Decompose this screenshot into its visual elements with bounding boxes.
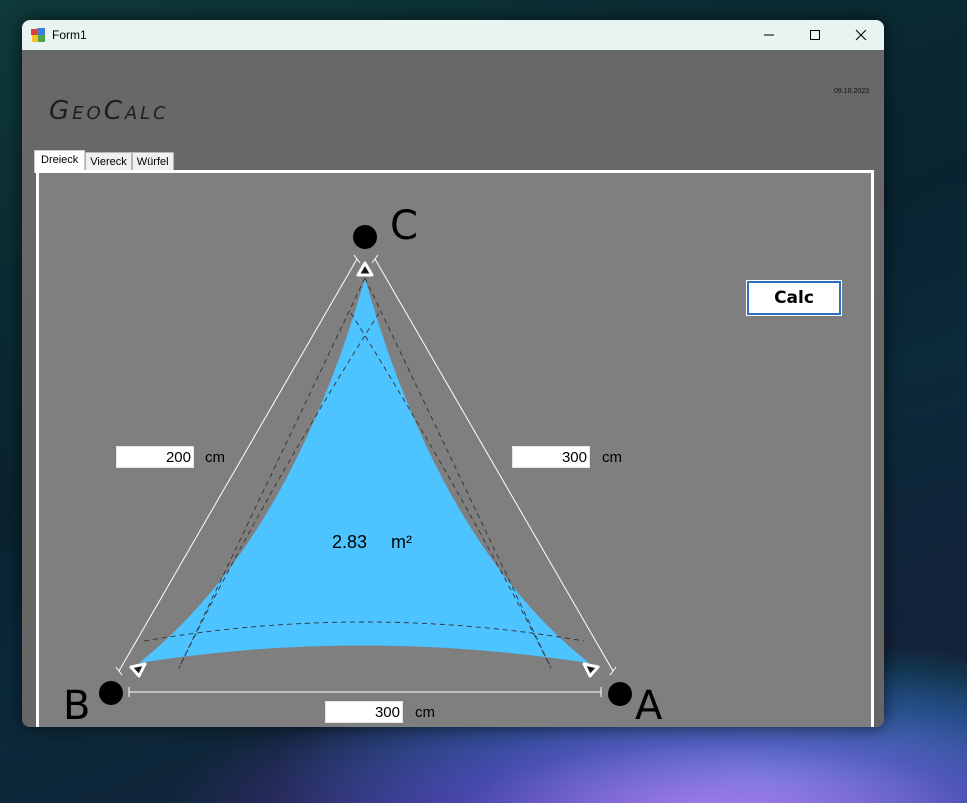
area-unit: m²: [391, 532, 412, 552]
calc-button[interactable]: Calc: [746, 280, 842, 316]
vertex-label-c: C: [390, 203, 418, 249]
side-bc-input[interactable]: 200: [116, 446, 194, 468]
window-title: Form1: [52, 28, 87, 42]
anchor-point-c: [353, 225, 377, 249]
vertex-label-b: B: [63, 683, 91, 727]
app-window: Form1 GeoCalc 09.10.2023 Dreieck Viereck…: [22, 20, 884, 727]
side-ab-input[interactable]: 300: [325, 701, 403, 723]
tab-page-dreieck: C B A 200 cm 300 cm 300 cm 2.83 m² Calc: [36, 170, 874, 727]
side-bc-unit: cm: [205, 449, 225, 466]
app-icon: [31, 28, 45, 42]
app-logo: GeoCalc: [49, 96, 169, 126]
maximize-icon: [810, 30, 820, 40]
anchor-point-b: [99, 681, 123, 705]
maximize-button[interactable]: [792, 20, 838, 50]
minimize-button[interactable]: [746, 20, 792, 50]
close-button[interactable]: [838, 20, 884, 50]
tab-viereck[interactable]: Viereck: [85, 152, 132, 172]
tab-wuerfel[interactable]: Würfel: [131, 152, 174, 172]
title-bar[interactable]: Form1: [22, 20, 884, 50]
side-ca-unit: cm: [602, 449, 622, 466]
side-ab-unit: cm: [415, 704, 435, 721]
minimize-icon: [764, 34, 774, 36]
close-icon: [855, 29, 867, 41]
area-value: 2.83: [332, 532, 368, 552]
tab-strip: Dreieck Viereck Würfel: [34, 150, 174, 173]
form-client-area: GeoCalc 09.10.2023 Dreieck Viereck Würfe…: [22, 50, 884, 727]
vertex-label-a: A: [635, 683, 663, 727]
anchor-point-a: [608, 682, 632, 706]
side-ca-input[interactable]: 300: [512, 446, 590, 468]
date-label: 09.10.2023: [833, 88, 869, 95]
